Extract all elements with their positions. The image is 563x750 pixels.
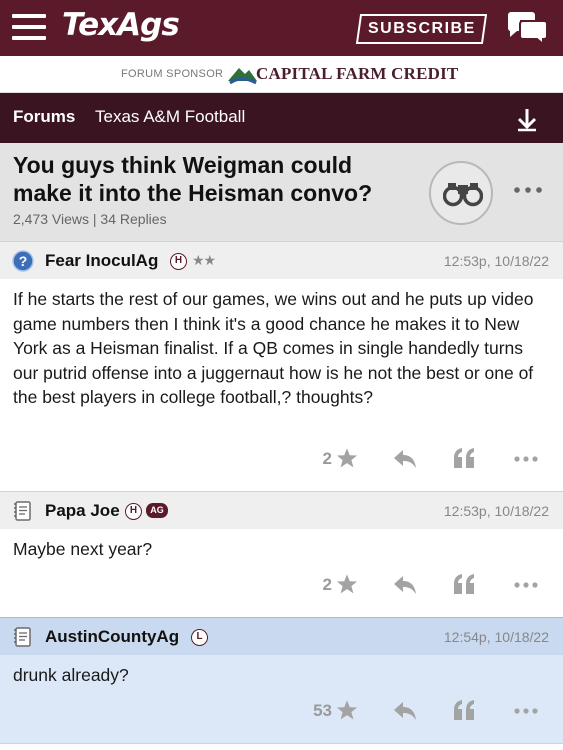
post-body: Maybe next year? 2 xyxy=(0,529,563,617)
quote-icon[interactable] xyxy=(453,700,475,720)
post-timestamp: 12:53p, 10/18/22 xyxy=(443,503,549,519)
chat-bubbles-icon[interactable] xyxy=(506,9,548,45)
sponsor-name: CAPITAL FARM CREDIT xyxy=(256,64,459,83)
binoculars-icon xyxy=(443,183,483,207)
post-actions: 53 xyxy=(0,698,563,728)
sponsor-label: FORUM SPONSOR xyxy=(121,68,224,80)
reply-icon[interactable] xyxy=(393,448,417,470)
post: ? Fear InoculAg H ★★ 12:53p, 10/18/22 If… xyxy=(0,241,563,491)
star-icon[interactable] xyxy=(336,573,358,595)
post-text: Maybe next year? xyxy=(13,539,153,559)
document-avatar-icon[interactable] xyxy=(12,626,34,648)
post-header: ? Fear InoculAg H ★★ 12:53p, 10/18/22 xyxy=(0,241,563,279)
star-icon[interactable] xyxy=(336,699,358,721)
star-count: 2 xyxy=(322,575,332,594)
breadcrumb-forums-link[interactable]: Forums xyxy=(13,107,75,127)
top-app-bar: TexAgs SUBSCRIBE xyxy=(0,0,563,56)
breadcrumb: Forums Texas A&M Football xyxy=(0,93,563,143)
post-username[interactable]: AustinCountyAg xyxy=(45,627,179,647)
user-badge-ag: AG xyxy=(146,503,168,518)
post-actions: 2 xyxy=(0,446,563,476)
capital-farm-credit-logo-icon xyxy=(228,68,257,85)
post-text: If he starts the rest of our games, we w… xyxy=(13,289,534,407)
subscribe-button[interactable]: SUBSCRIBE xyxy=(355,14,488,44)
post: Papa Joe H AG 12:53p, 10/18/22 Maybe nex… xyxy=(0,491,563,617)
star-icon[interactable] xyxy=(336,447,358,469)
arrow-down-icon[interactable] xyxy=(514,106,540,132)
thread-stats: 2,473 Views | 34 Replies xyxy=(13,211,167,227)
reply-icon[interactable] xyxy=(393,700,417,722)
subscribe-label: SUBSCRIBE xyxy=(367,20,476,37)
post-username[interactable]: Fear InoculAg xyxy=(45,251,158,271)
quote-icon[interactable] xyxy=(453,574,475,594)
breadcrumb-board-link[interactable]: Texas A&M Football xyxy=(95,107,245,127)
reply-icon[interactable] xyxy=(393,574,417,596)
post-timestamp: 12:54p, 10/18/22 xyxy=(443,629,549,645)
post-body: If he starts the rest of our games, we w… xyxy=(0,279,563,491)
thread-title: You guys think Weigman could make it int… xyxy=(13,152,373,206)
more-options-icon[interactable] xyxy=(513,707,539,715)
post-header: AustinCountyAg L 12:54p, 10/18/22 xyxy=(0,617,563,655)
quote-icon[interactable] xyxy=(453,448,475,468)
post-header: Papa Joe H AG 12:53p, 10/18/22 xyxy=(0,491,563,529)
svg-text:?: ? xyxy=(19,253,28,269)
post-timestamp: 12:53p, 10/18/22 xyxy=(443,253,549,269)
user-badge-h: H xyxy=(170,253,187,270)
post-text: drunk already? xyxy=(13,665,129,685)
watch-thread-button[interactable] xyxy=(429,161,493,225)
user-badge-l: L xyxy=(191,629,208,646)
post-username[interactable]: Papa Joe xyxy=(45,501,120,521)
star-count: 53 xyxy=(313,701,332,720)
document-avatar-icon[interactable] xyxy=(12,500,34,522)
forum-sponsor-strip[interactable]: FORUM SPONSOR CAPITAL FARM CREDIT xyxy=(0,56,563,93)
menu-icon[interactable] xyxy=(12,14,46,40)
user-rank-stars: ★★ xyxy=(192,252,216,268)
more-options-icon[interactable] xyxy=(513,581,539,589)
divider xyxy=(0,743,563,744)
post: AustinCountyAg L 12:54p, 10/18/22 drunk … xyxy=(0,617,563,743)
star-count: 2 xyxy=(322,449,332,468)
post-body: drunk already? 53 xyxy=(0,655,563,743)
thread-header: You guys think Weigman could make it int… xyxy=(0,143,563,241)
site-logo[interactable]: TexAgs xyxy=(62,7,180,43)
question-avatar-icon[interactable]: ? xyxy=(12,250,34,272)
user-badge-h: H xyxy=(125,503,142,520)
more-options-icon[interactable] xyxy=(513,183,543,197)
post-actions: 2 xyxy=(0,572,563,602)
more-options-icon[interactable] xyxy=(513,455,539,463)
